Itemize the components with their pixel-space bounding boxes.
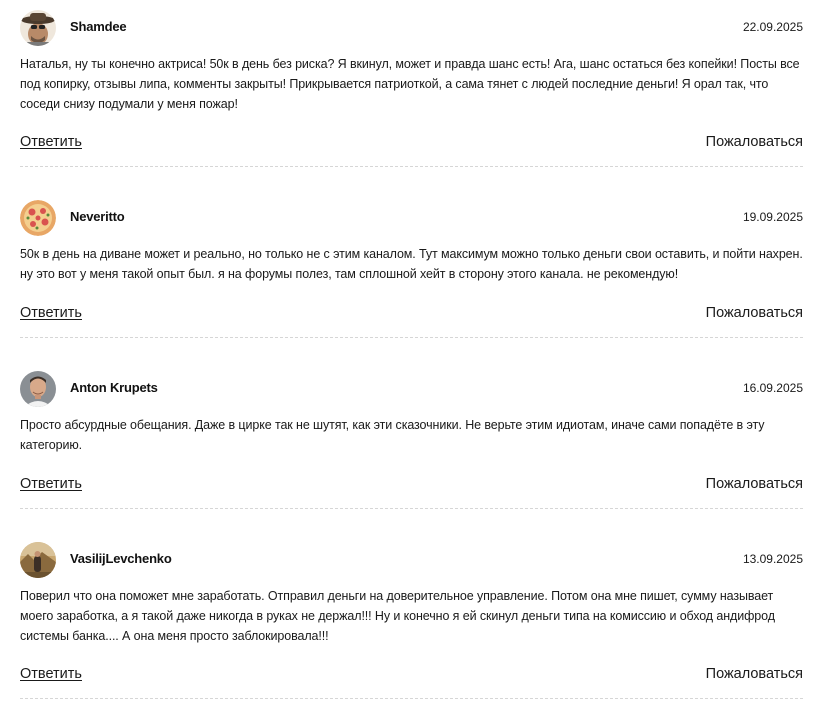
comment-item: Neveritto 19.09.2025 50к в день на диван… <box>20 200 803 338</box>
reply-link[interactable]: Ответить <box>20 305 82 321</box>
comment-item: VasilijLevchenko 13.09.2025 Поверил что … <box>20 542 803 699</box>
comment-date: 19.09.2025 <box>742 210 803 224</box>
report-link[interactable]: Пожаловаться <box>706 476 803 492</box>
comment-divider <box>20 337 803 338</box>
reply-link[interactable]: Ответить <box>20 134 82 150</box>
comment-header: Neveritto 19.09.2025 <box>20 200 803 236</box>
comment-item: Anton Krupets 16.09.2025 Просто абсурдны… <box>20 371 803 509</box>
comment-header: Shamdee 22.09.2025 <box>20 10 803 46</box>
comment-actions: Ответить Пожаловаться <box>20 305 803 327</box>
comment-actions: Ответить Пожаловаться <box>20 476 803 498</box>
comment-author: VasilijLevchenko <box>70 551 172 566</box>
comments-list: Shamdee 22.09.2025 Наталья, ну ты конечн… <box>0 0 815 705</box>
report-link[interactable]: Пожаловаться <box>706 305 803 321</box>
comment-text: Просто абсурдные обещания. Даже в цирке … <box>20 418 765 452</box>
comment-header: VasilijLevchenko 13.09.2025 <box>20 542 803 578</box>
reply-link[interactable]: Ответить <box>20 666 82 682</box>
comment-actions: Ответить Пожаловаться <box>20 666 803 688</box>
comment-author: Shamdee <box>70 19 127 34</box>
comment-text: 50к в день на диване может и реально, но… <box>20 247 803 281</box>
comment-divider <box>20 698 803 699</box>
comment-date: 16.09.2025 <box>742 381 803 395</box>
reply-link[interactable]: Ответить <box>20 476 82 492</box>
comment-author: Anton Krupets <box>70 380 158 395</box>
comment-header: Anton Krupets 16.09.2025 <box>20 371 803 407</box>
comment-divider <box>20 166 803 167</box>
report-link[interactable]: Пожаловаться <box>706 666 803 682</box>
comment-author: Neveritto <box>70 209 125 224</box>
man-portrait-avatar[interactable] <box>20 371 56 407</box>
comment-actions: Ответить Пожаловаться <box>20 134 803 156</box>
outdoor-photo-avatar[interactable] <box>20 542 56 578</box>
comment-text: Наталья, ну ты конечно актриса! 50к в де… <box>20 57 800 111</box>
comment-date: 22.09.2025 <box>742 20 803 34</box>
man-with-hat-avatar[interactable] <box>20 10 56 46</box>
comment-date: 13.09.2025 <box>742 552 803 566</box>
report-link[interactable]: Пожаловаться <box>706 134 803 150</box>
comment-item: Shamdee 22.09.2025 Наталья, ну ты конечн… <box>20 10 803 167</box>
comment-divider <box>20 508 803 509</box>
comment-text: Поверил что она поможет мне заработать. … <box>20 589 775 643</box>
pizza-avatar[interactable] <box>20 200 56 236</box>
